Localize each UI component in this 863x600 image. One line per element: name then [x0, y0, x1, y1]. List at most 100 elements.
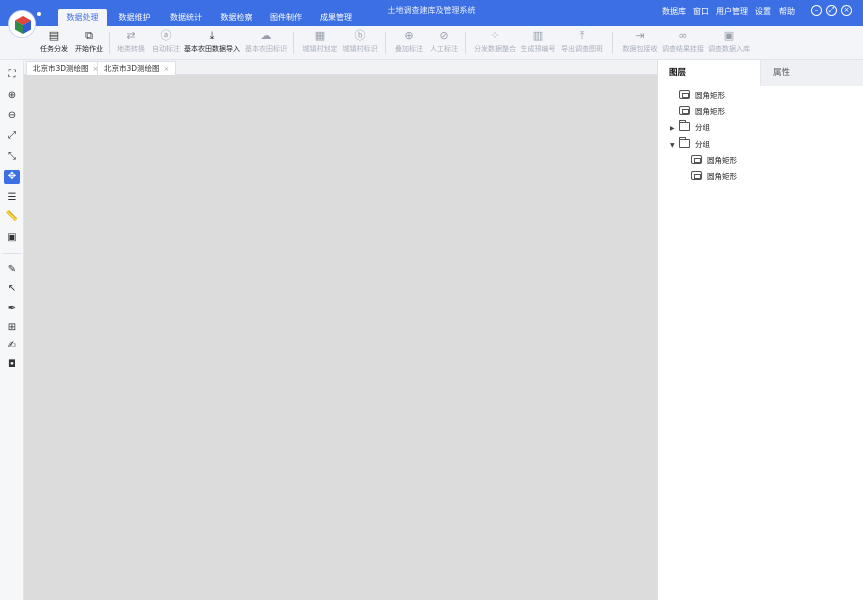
- top-link-2[interactable]: 用户管理: [716, 6, 748, 17]
- map-canvas[interactable]: [24, 75, 657, 600]
- swap-icon: ⇄: [126, 29, 136, 42]
- pointer-icon[interactable]: ↖: [4, 282, 20, 296]
- document-tab-1[interactable]: 北京市3D测绘图 ×: [97, 61, 177, 75]
- tool-button-1[interactable]: ⧉ 开始作业: [70, 26, 108, 60]
- expand-icon[interactable]: ▶: [670, 122, 679, 136]
- tool-label: 任务分发: [40, 45, 68, 53]
- edit-icon[interactable]: ✎: [4, 263, 20, 277]
- tree-label: 圆角矩形: [695, 107, 725, 117]
- zoom-out-icon[interactable]: ⊖: [4, 109, 20, 123]
- tree-layer-row[interactable]: 圆角矩形: [670, 89, 725, 103]
- tree-label: 圆角矩形: [707, 172, 737, 181]
- ribbon-toolbar: ▤ 任务分发 ⧉ 开始作业 ⇄ 地类转换 ⓐ 自动标注 ⤓ 基本农田数据导入 ☁ 基本农田标识 ▦ 城镇村…: [0, 26, 863, 60]
- map-tools-sidebar: ⛶ ⊕ ⊖ ⤢ ⤡ ✥ ☰ 📏 ▣ ✎ ↖ ✒ ⊞ ✍ ◘: [0, 60, 24, 600]
- cloud-icon: ☁: [260, 29, 272, 42]
- zoom-in-icon[interactable]: ⊕: [4, 89, 20, 103]
- plus-circle-icon: ⊕: [404, 29, 414, 42]
- tree-layer-row[interactable]: 圆角矩形: [682, 170, 737, 184]
- top-link-0[interactable]: 数据库: [662, 6, 686, 17]
- document-tabs: 北京市3D测绘图 × 北京市3D测绘图 ×: [24, 60, 657, 75]
- full-extent-icon[interactable]: ⛶: [4, 68, 20, 82]
- close-icon[interactable]: ×: [841, 5, 852, 16]
- tool-button-5[interactable]: ☁ 基本农田标识: [239, 26, 293, 60]
- tree-group-row[interactable]: ▼ 分组: [670, 136, 710, 153]
- menu-tab-4[interactable]: 图件制作: [262, 9, 310, 26]
- tool-label: 基本农田数据导入: [184, 45, 240, 53]
- tree-group-row[interactable]: ▶ 分组: [670, 120, 710, 136]
- toolbar-separator: [385, 32, 386, 54]
- top-link-3[interactable]: 设置: [755, 6, 771, 17]
- menu-tab-2[interactable]: 数据统计: [162, 9, 210, 26]
- bounding-box-icon[interactable]: ◘: [4, 358, 20, 372]
- table-icon: ▤: [48, 29, 60, 42]
- upload-icon: ⤒: [579, 29, 585, 42]
- archive-icon: ▣: [723, 29, 735, 42]
- tool-label: 城镇村标识: [342, 45, 378, 53]
- tool-button-12[interactable]: ⤒ 导出调查图斑: [555, 26, 609, 60]
- panel-tab-1[interactable]: 属性: [760, 60, 863, 86]
- tool-button-8[interactable]: ⊕ 叠加标注: [390, 26, 428, 60]
- document-tab-label: 北京市3D测绘图: [104, 64, 160, 73]
- expand-icon[interactable]: ⤢: [4, 129, 20, 143]
- toolbar-separator: [612, 32, 613, 54]
- list-icon[interactable]: ☰: [4, 191, 20, 205]
- tool-label: 叠加标注: [395, 45, 423, 53]
- tree-label: 圆角矩形: [695, 91, 725, 100]
- circle-b-icon: ⓑ: [354, 29, 366, 42]
- tool-label: 开始作业: [75, 45, 103, 53]
- restore-icon[interactable]: ⤢: [826, 5, 837, 16]
- pan-icon[interactable]: ✥: [4, 170, 20, 184]
- menu-tab-1[interactable]: 数据维护: [110, 9, 159, 26]
- tool-label: 导出调查图斑: [561, 45, 603, 53]
- title-bar: 数据处理 数据维护 数据统计 数据检察 图件制作 成果管理 土地调查建库及管理系统 数据库…: [0, 0, 863, 26]
- document-tab-0[interactable]: 北京市3D测绘图 ×: [26, 61, 106, 75]
- shape-icon: [679, 90, 690, 99]
- tool-label: 分发数据整合: [474, 45, 516, 53]
- menu-tab-0[interactable]: 数据处理: [58, 9, 107, 26]
- tool-button-2[interactable]: ⇄ 地类转换: [112, 26, 150, 60]
- tool-label: 调查数据入库: [708, 45, 750, 53]
- top-link-4[interactable]: 帮助: [779, 6, 795, 17]
- toolbar-separator: [109, 32, 110, 54]
- tree-label: 分组: [695, 123, 710, 133]
- ruler-icon[interactable]: 📏: [4, 210, 20, 224]
- shape-icon: [679, 106, 690, 116]
- grid-icon: ⁘: [490, 29, 500, 42]
- collapse-icon[interactable]: ▼: [670, 139, 679, 153]
- tool-button-4[interactable]: ⤓ 基本农田数据导入: [177, 26, 247, 60]
- tool-label: 基本农田标识: [245, 45, 287, 53]
- tree-layer-row[interactable]: 圆角矩形: [682, 154, 737, 168]
- node-icon[interactable]: ⊞: [4, 321, 20, 335]
- edit-shape-icon[interactable]: ✍: [4, 339, 20, 353]
- tool-button-10[interactable]: ⁘ 分发数据整合: [468, 26, 522, 60]
- shape-icon: [691, 171, 702, 180]
- tree-label: 圆角矩形: [707, 155, 737, 165]
- menu-tab-3[interactable]: 数据检察: [213, 9, 260, 26]
- tool-label: 地类转换: [117, 45, 145, 53]
- pen-icon[interactable]: ✒: [4, 302, 20, 316]
- download-icon: ⤓: [209, 29, 215, 42]
- menu-tab-5[interactable]: 成果管理: [313, 9, 359, 26]
- layers-panel: 图层 属性 圆角矩形 圆角矩形 ▶ 分组 ▼ 分组 圆角矩形 圆角矩形: [657, 60, 863, 600]
- panel-tab-0[interactable]: 图层: [658, 60, 760, 86]
- shrink-icon[interactable]: ⤡: [4, 150, 20, 164]
- frame-icon: ⧉: [85, 29, 93, 42]
- toolbar-separator: [293, 32, 294, 54]
- tool-label: 人工标注: [430, 45, 458, 53]
- folder-icon: [679, 120, 690, 132]
- folder-icon: [679, 136, 690, 148]
- toolbar-separator: [465, 32, 466, 54]
- tree-label: 分组: [695, 139, 710, 149]
- minimize-icon[interactable]: –: [811, 5, 822, 16]
- select-frame-icon[interactable]: ▣: [4, 231, 20, 245]
- tree-layer-row[interactable]: 圆角矩形: [670, 105, 725, 119]
- tools-divider: [3, 253, 21, 254]
- tool-button-0[interactable]: ▤ 任务分发: [35, 26, 73, 60]
- compass-icon: ⊘: [439, 29, 449, 42]
- top-link-1[interactable]: 窗口: [693, 6, 709, 17]
- tab-close-icon[interactable]: ×: [164, 65, 170, 73]
- panel-tabs: 图层 属性: [658, 60, 863, 86]
- tool-button-9[interactable]: ⊘ 人工标注: [425, 26, 463, 60]
- tool-button-7[interactable]: ⓑ 城镇村标识: [337, 26, 383, 60]
- tool-button-15[interactable]: ▣ 调查数据入库: [702, 26, 756, 60]
